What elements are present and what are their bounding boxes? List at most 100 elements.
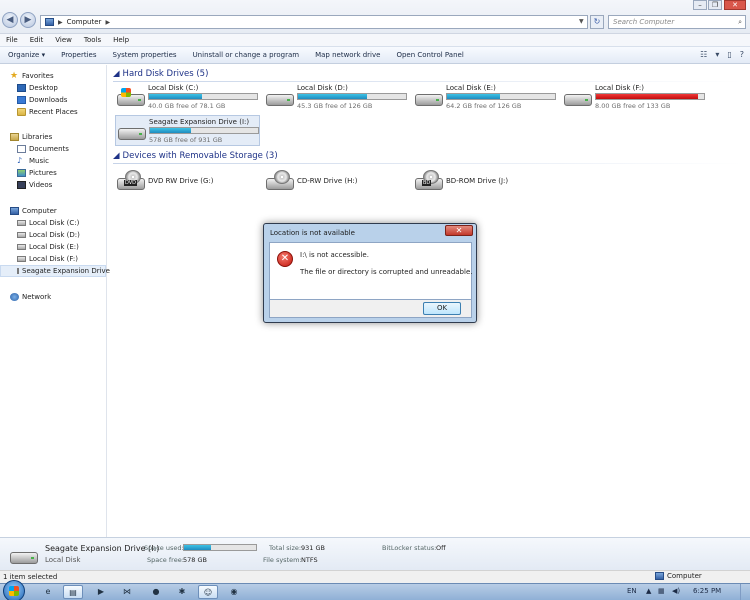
group-header-removable-storage[interactable]: ◢ Devices with Removable Storage (3) — [113, 151, 743, 164]
dvd-badge: DVD — [124, 180, 138, 186]
drive-name: DVD RW Drive (G:) — [148, 177, 214, 185]
uninstall-program-button[interactable]: Uninstall or change a program — [185, 51, 308, 59]
hard-drive-icon — [564, 88, 592, 108]
sidebar-item-label: Desktop — [29, 84, 58, 92]
breadcrumb-computer[interactable]: Computer — [67, 18, 102, 26]
desktop-icon — [17, 84, 26, 92]
sidebar-item-music[interactable]: ♪ Music — [17, 155, 49, 167]
clock[interactable]: 6:25 PM — [693, 587, 721, 595]
change-view-icon[interactable]: ☷ — [700, 50, 707, 59]
drive-name: Local Disk (D:) — [297, 84, 348, 92]
hard-drive-icon — [17, 220, 26, 226]
menu-file[interactable]: File — [0, 34, 24, 46]
explorer-icon[interactable]: ▤ — [63, 585, 83, 599]
drive-tile-bd-j[interactable]: BD BD-ROM Drive (J:) — [413, 166, 553, 194]
sidebar-item-seagate-expansion-drive[interactable]: Seagate Expansion Drive — [0, 265, 110, 277]
firefox-icon[interactable]: ● — [146, 585, 166, 599]
total-size-label: Total size: — [269, 544, 302, 552]
hard-drive-icon — [118, 122, 146, 142]
drive-name: BD-ROM Drive (J:) — [446, 177, 509, 185]
media-player-icon[interactable]: ▶ — [91, 585, 111, 599]
sidebar-item-downloads[interactable]: Downloads — [17, 94, 67, 106]
network-app-icon[interactable]: ✱ — [172, 585, 192, 599]
tray-expand-icon[interactable]: ▲ — [646, 587, 651, 595]
dialog-close-button[interactable]: ✕ — [445, 225, 473, 236]
menu-help[interactable]: Help — [107, 34, 135, 46]
sidebar-item-local-disk-e[interactable]: Local Disk (E:) — [17, 241, 79, 253]
file-system-value: NTFS — [301, 556, 318, 564]
ie-icon[interactable]: e — [38, 585, 58, 599]
menu-tools[interactable]: Tools — [78, 34, 107, 46]
organize-button[interactable]: Organize ▾ — [0, 51, 53, 59]
sidebar-item-network[interactable]: Network — [10, 291, 51, 303]
map-network-drive-button[interactable]: Map network drive — [307, 51, 388, 59]
drive-tile-e[interactable]: Local Disk (E:) 64.2 GB free of 126 GB — [413, 82, 558, 113]
help-icon[interactable]: ? — [740, 50, 744, 59]
start-button[interactable] — [3, 580, 25, 600]
search-input[interactable]: Search Computer ⌕ — [608, 15, 746, 29]
sidebar-item-label: Local Disk (E:) — [29, 243, 79, 251]
group-header-hard-disk-drives[interactable]: ◢ Hard Disk Drives (5) — [113, 69, 743, 82]
preview-pane-icon[interactable]: ▯ — [727, 50, 731, 59]
maximize-button[interactable]: ❐ — [708, 0, 722, 10]
sidebar-item-local-disk-d[interactable]: Local Disk (D:) — [17, 229, 80, 241]
drive-name: Local Disk (C:) — [148, 84, 199, 92]
breadcrumb-separator-icon[interactable]: ▶ — [105, 19, 110, 26]
search-icon[interactable]: ⌕ — [738, 16, 742, 28]
collapse-icon[interactable]: ◢ — [113, 151, 120, 161]
drive-tile-cd-h[interactable]: CD-RW Drive (H:) — [264, 166, 404, 194]
visual-studio-icon[interactable]: ⋈ — [117, 585, 137, 599]
minimize-button[interactable]: – — [693, 0, 707, 10]
drive-tile-seagate-i[interactable]: Seagate Expansion Drive (I:) 578 GB free… — [115, 115, 260, 146]
sidebar-item-label: Local Disk (D:) — [29, 231, 80, 239]
menu-view[interactable]: View — [49, 34, 78, 46]
close-button[interactable]: ✕ — [724, 0, 746, 10]
drive-usage-bar — [148, 93, 258, 100]
refresh-button[interactable]: ↻ — [590, 15, 604, 29]
sidebar-item-videos[interactable]: Videos — [17, 179, 52, 191]
space-used-bar — [183, 544, 257, 551]
downloads-icon — [17, 96, 26, 104]
security-app-icon[interactable]: ◉ — [224, 585, 244, 599]
network-tray-icon[interactable]: ▦ — [658, 587, 665, 595]
hard-drive-icon — [415, 88, 443, 108]
messenger-icon[interactable]: ☺ — [198, 585, 218, 599]
view-dropdown-icon[interactable]: ▾ — [715, 50, 719, 59]
sidebar-item-libraries[interactable]: Libraries — [10, 131, 52, 143]
drive-usage-bar — [446, 93, 556, 100]
sidebar-item-local-disk-c[interactable]: Local Disk (C:) — [17, 217, 79, 229]
space-used-label: Space used: — [144, 544, 184, 552]
menu-edit[interactable]: Edit — [24, 34, 50, 46]
sidebar-item-desktop[interactable]: Desktop — [17, 82, 58, 94]
properties-button[interactable]: Properties — [53, 51, 104, 59]
status-bar: 1 item selected Computer — [0, 570, 750, 583]
open-control-panel-button[interactable]: Open Control Panel — [388, 51, 471, 59]
language-indicator[interactable]: EN — [627, 587, 637, 595]
hard-drive-icon — [17, 256, 26, 262]
sidebar-item-recent-places[interactable]: Recent Places — [17, 106, 78, 118]
ok-button[interactable]: OK — [423, 302, 461, 315]
sidebar-item-favorites[interactable]: ★ Favorites — [10, 70, 54, 82]
address-dropdown-icon[interactable]: ▼ — [579, 18, 584, 25]
system-properties-button[interactable]: System properties — [105, 51, 185, 59]
sidebar-item-computer[interactable]: Computer — [10, 205, 57, 217]
collapse-icon[interactable]: ◢ — [113, 69, 120, 79]
computer-icon — [10, 207, 19, 215]
volume-icon[interactable]: ◀) — [672, 587, 680, 595]
back-button[interactable]: ◀ — [2, 12, 18, 28]
drive-tile-f[interactable]: Local Disk (F:) 8.00 GB free of 133 GB — [562, 82, 707, 113]
show-desktop-button[interactable] — [740, 584, 750, 600]
drive-name: CD-RW Drive (H:) — [297, 177, 358, 185]
dialog-detail: The file or directory is corrupted and u… — [300, 268, 473, 276]
drive-tile-dvd-g[interactable]: DVD DVD RW Drive (G:) — [115, 166, 255, 194]
sidebar-item-local-disk-f[interactable]: Local Disk (F:) — [17, 253, 78, 265]
drive-tile-c[interactable]: Local Disk (C:) 40.0 GB free of 78.1 GB — [115, 82, 260, 113]
details-drive-name: Seagate Expansion Drive (I:) — [45, 544, 160, 553]
sidebar-item-documents[interactable]: Documents — [17, 143, 69, 155]
sidebar-item-pictures[interactable]: Pictures — [17, 167, 57, 179]
forward-button[interactable]: ▶ — [20, 12, 36, 28]
sidebar-item-label: Network — [22, 293, 52, 301]
drive-tile-d[interactable]: Local Disk (D:) 45.3 GB free of 126 GB — [264, 82, 409, 113]
address-bar[interactable]: ▶ Computer ▶ — [40, 15, 588, 29]
hard-drive-icon — [17, 268, 19, 274]
